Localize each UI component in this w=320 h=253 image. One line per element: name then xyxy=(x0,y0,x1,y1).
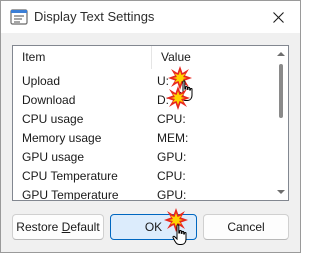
item-name: CPU Temperature xyxy=(22,169,118,183)
item-name: GPU usage xyxy=(22,150,85,164)
ok-label: OK xyxy=(144,220,163,234)
list-item[interactable]: CPU Temperature CPU: xyxy=(13,167,275,186)
item-name: GPU Temperature xyxy=(22,188,119,201)
item-name: Download xyxy=(22,93,76,107)
restore-label-prefix: Restore xyxy=(16,220,62,234)
scroll-down-arrow-icon[interactable] xyxy=(276,188,286,196)
restore-label-suffix: efault xyxy=(70,220,100,234)
cancel-label: Cancel xyxy=(227,220,265,234)
list-item[interactable]: CPU usage CPU: xyxy=(13,110,275,129)
cancel-button[interactable]: Cancel xyxy=(203,214,289,240)
scrollbar-thumb[interactable] xyxy=(279,64,283,118)
list-rows: Upload U: Download D: CPU usage CPU: Mem… xyxy=(13,72,275,201)
item-name: Upload xyxy=(22,74,61,88)
item-value: D: xyxy=(157,93,169,107)
text-settings-icon xyxy=(10,9,28,25)
item-value: U: xyxy=(157,74,169,88)
item-value: GPU: xyxy=(157,150,187,164)
item-value: CPU: xyxy=(157,112,186,126)
ok-button[interactable]: OK xyxy=(110,214,197,240)
list-item[interactable]: GPU Temperature GPU: xyxy=(13,186,275,201)
vertical-scrollbar[interactable] xyxy=(274,46,288,200)
window-title: Display Text Settings xyxy=(34,9,155,24)
scroll-up-arrow-icon[interactable] xyxy=(276,50,286,58)
item-value: GPU: xyxy=(157,188,187,201)
item-value: CPU: xyxy=(157,169,186,183)
item-name: CPU usage xyxy=(22,112,84,126)
close-button[interactable] xyxy=(256,1,300,33)
column-header-item[interactable]: Item xyxy=(13,46,152,69)
item-value: MEM: xyxy=(157,131,189,145)
list-header: Item Value xyxy=(13,46,275,69)
list-item[interactable]: Memory usage MEM: xyxy=(13,129,275,148)
column-header-value[interactable]: Value xyxy=(152,46,275,69)
item-name: Memory usage xyxy=(22,131,102,145)
settings-list[interactable]: Item Value Upload U: Download D: CPU usa… xyxy=(12,45,289,201)
list-item[interactable]: GPU usage GPU: xyxy=(13,148,275,167)
close-icon xyxy=(272,11,284,23)
list-item[interactable]: Download D: xyxy=(13,91,275,110)
title-bar[interactable]: Display Text Settings xyxy=(1,1,300,33)
dialog-window: Display Text Settings Item Value Upload … xyxy=(0,0,301,253)
restore-default-button[interactable]: Restore Default xyxy=(12,214,104,240)
list-item[interactable]: Upload U: xyxy=(13,72,275,91)
